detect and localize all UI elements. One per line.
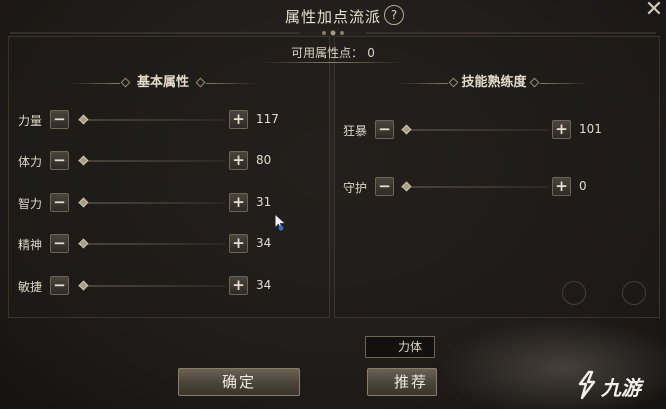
increase-button[interactable]: + [229,110,248,129]
close-icon[interactable]: ✕ [642,0,666,22]
attribute-value: 117 [256,112,279,126]
skill-value: 0 [579,179,587,193]
slider-handle[interactable] [401,124,412,135]
available-points-value: 0 [367,46,375,60]
attribute-row-strength: 力量 − + 117 [18,110,288,130]
slider-handle[interactable] [78,197,89,208]
attribute-name: 体力 [18,155,43,169]
slider-handle[interactable] [78,238,89,249]
attribute-value: 31 [256,195,272,209]
attribute-window: 属性加点流派 ? ✕ 可用属性点： 0 基本属性 技能熟练度 力量 − + 117… [0,0,666,409]
decrease-button[interactable]: − [375,120,394,139]
basic-attributes-heading: 基本属性 [70,74,256,92]
faded-circle-icon [622,281,646,305]
attribute-name: 敏捷 [18,280,43,294]
decrease-button[interactable]: − [50,110,69,129]
attribute-name: 精神 [18,238,43,252]
skill-row-berserk: 狂暴 − + 101 [343,120,613,140]
skill-value: 101 [579,122,602,136]
available-points-label: 可用属性点： [291,46,364,60]
attribute-value: 34 [256,236,272,250]
attribute-slider[interactable] [78,243,226,245]
attribute-slider[interactable] [78,285,226,287]
basic-attributes-title: 基本属性 [136,75,189,90]
confirm-button[interactable]: 确定 [178,368,300,396]
attribute-row-stamina: 体力 − + 80 [18,151,288,171]
attribute-row-spirit: 精神 − + 34 [18,234,288,254]
skill-proficiency-title: 技能熟练度 [461,75,527,90]
increase-button[interactable]: + [552,177,571,196]
increase-button[interactable]: + [229,234,248,253]
window-title: 属性加点流派 [284,8,381,26]
watermark-logo-icon [578,370,596,400]
decrease-button[interactable]: − [50,234,69,253]
decrease-button[interactable]: − [50,193,69,212]
attribute-value: 34 [256,278,272,292]
slider-handle[interactable] [401,181,412,192]
watermark-text: 九游 [601,376,641,400]
faded-circle-icon [562,281,586,305]
skill-row-guard: 守护 − + 0 [343,177,613,197]
decrease-button[interactable]: − [375,177,394,196]
available-points: 可用属性点： 0 [0,44,666,61]
increase-button[interactable]: + [552,120,571,139]
decrease-button[interactable]: − [50,151,69,170]
skill-slider[interactable] [401,186,549,188]
attribute-name: 力量 [18,114,43,128]
mouse-cursor-icon [274,213,287,232]
increase-button[interactable]: + [229,276,248,295]
recommend-button[interactable]: 推荐 [367,368,437,396]
skill-name: 狂暴 [343,124,368,138]
attribute-slider[interactable] [78,119,226,121]
attribute-name: 智力 [18,197,43,211]
increase-button[interactable]: + [229,151,248,170]
attribute-value: 80 [256,153,272,167]
attribute-slider[interactable] [78,160,226,162]
slider-handle[interactable] [78,280,89,291]
skill-name: 守护 [343,181,368,195]
attribute-row-agility: 敏捷 − + 34 [18,276,288,296]
skill-proficiency-heading: 技能熟练度 [398,74,590,92]
points-underline [262,62,402,63]
slider-handle[interactable] [78,155,89,166]
build-name-field[interactable]: 力体 [365,336,435,358]
slider-handle[interactable] [78,114,89,125]
skill-slider[interactable] [401,129,549,131]
increase-button[interactable]: + [229,193,248,212]
decrease-button[interactable]: − [50,276,69,295]
attribute-row-intellect: 智力 − + 31 [18,193,288,213]
attribute-slider[interactable] [78,202,226,204]
